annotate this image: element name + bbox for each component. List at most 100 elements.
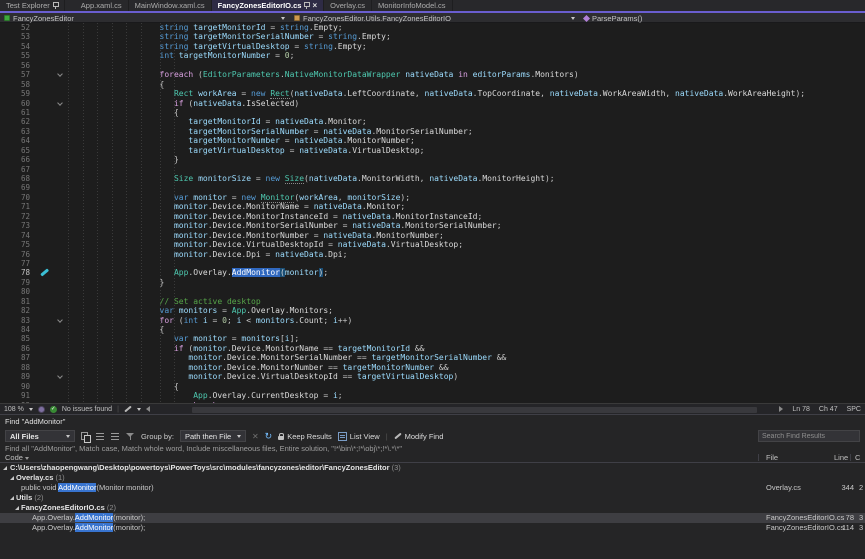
- filter-icon[interactable]: [126, 432, 135, 441]
- result-group-row[interactable]: Overlay.cs (1): [0, 473, 865, 483]
- code-editor[interactable]: 52 string targetMonitorId = string.Empty…: [0, 23, 865, 403]
- code-line[interactable]: 80: [0, 287, 865, 296]
- tool-tab-test-explorer[interactable]: Test Explorer: [0, 0, 65, 11]
- code-line[interactable]: 52 string targetMonitorId = string.Empty…: [0, 23, 865, 32]
- result-group-row[interactable]: FancyZonesEditorIO.cs (2): [0, 503, 865, 513]
- doc-tab-label: Overlay.cs: [330, 1, 365, 10]
- code-line[interactable]: 66 }: [0, 155, 865, 164]
- column-header-code[interactable]: Code: [5, 453, 29, 463]
- doc-tab[interactable]: MainWindow.xaml.cs: [129, 0, 212, 11]
- code-line[interactable]: 61 {: [0, 108, 865, 117]
- code-line[interactable]: 58 {: [0, 80, 865, 89]
- pin-icon[interactable]: [304, 2, 309, 9]
- code-cleanup-icon[interactable]: [124, 406, 131, 413]
- list-view-button[interactable]: List View: [338, 432, 380, 441]
- code-line[interactable]: 87 monitor.Device.MonitorSerialNumber ==…: [0, 353, 865, 362]
- code-line[interactable]: 63 targetMonitorSerialNumber = nativeDat…: [0, 127, 865, 136]
- cleanup-chevron-icon[interactable]: [137, 408, 141, 411]
- scope-dropdown[interactable]: All Files: [5, 430, 75, 442]
- collapse-all-icon[interactable]: [111, 432, 120, 441]
- code-line[interactable]: 85 var monitor = monitors[i];: [0, 334, 865, 343]
- code-line[interactable]: 86 if (monitor.Device.MonitorName == tar…: [0, 344, 865, 353]
- result-group-row[interactable]: Utils (2): [0, 493, 865, 503]
- code-line[interactable]: 65 targetVirtualDesktop = nativeData.Vir…: [0, 146, 865, 155]
- code-line[interactable]: 56: [0, 61, 865, 70]
- code-line[interactable]: 77: [0, 259, 865, 268]
- zoom-chevron-icon[interactable]: [29, 408, 33, 411]
- code-line[interactable]: 83 for (int i = 0; i < monitors.Count; i…: [0, 316, 865, 325]
- result-group-row[interactable]: C:\Users\zhaopengwang\Desktop\powertoys\…: [0, 463, 865, 473]
- code-line[interactable]: 76 monitor.Device.Dpi = nativeData.Dpi;: [0, 250, 865, 259]
- group-by-dropdown[interactable]: Path then File: [180, 430, 246, 442]
- code-line[interactable]: 74 monitor.Device.MonitorNumber = native…: [0, 231, 865, 240]
- doc-tab[interactable]: FancyZonesEditorIO.cs×: [212, 0, 324, 11]
- copy-icon[interactable]: [81, 432, 90, 441]
- fold-chevron-icon[interactable]: [57, 373, 63, 379]
- gutter: [30, 240, 66, 249]
- match-text: App.Overlay.AddMonitor(monitor);: [32, 513, 145, 523]
- code-line[interactable]: 72 monitor.Device.MonitorInstanceId = na…: [0, 212, 865, 221]
- column-header-line[interactable]: Line: [834, 453, 848, 463]
- modify-find-button[interactable]: Modify Find: [394, 432, 444, 441]
- code-line[interactable]: 62 targetMonitorId = nativeData.Monitor;: [0, 117, 865, 126]
- expand-triangle-icon[interactable]: [3, 466, 7, 470]
- expand-triangle-icon[interactable]: [10, 476, 14, 480]
- pin-icon[interactable]: [53, 2, 58, 9]
- search-find-results-input[interactable]: [758, 430, 860, 442]
- code-line[interactable]: 71 monitor.Device.MonitorName = nativeDa…: [0, 202, 865, 211]
- code-line[interactable]: 69: [0, 183, 865, 192]
- type-dropdown[interactable]: FancyZonesEditor.Utils.FancyZonesEditorI…: [290, 13, 579, 23]
- column-header-file[interactable]: File: [766, 453, 778, 463]
- expand-triangle-icon[interactable]: [10, 496, 14, 500]
- refresh-icon[interactable]: ↻: [265, 432, 273, 441]
- doc-tab[interactable]: MonitorInfoModel.cs: [372, 0, 453, 11]
- column-separator[interactable]: [758, 454, 759, 461]
- close-icon[interactable]: ×: [312, 2, 317, 10]
- expand-triangle-icon[interactable]: [15, 506, 19, 510]
- horizontal-scrollbar[interactable]: [192, 407, 757, 413]
- code-line[interactable]: 60 if (nativeData.IsSelected): [0, 99, 865, 108]
- code-line[interactable]: 88 monitor.Device.MonitorNumber == targe…: [0, 363, 865, 372]
- zoom-level[interactable]: 108 %: [4, 406, 24, 413]
- scroll-right-icon[interactable]: [779, 406, 783, 412]
- code-line[interactable]: 89 monitor.Device.VirtualDesktopId == ta…: [0, 372, 865, 381]
- code-line[interactable]: 53 string targetMonitorSerialNumber = st…: [0, 32, 865, 41]
- keep-results-button[interactable]: Keep Results: [278, 432, 332, 441]
- code-line[interactable]: 59 Rect workArea = new Rect(nativeData.L…: [0, 89, 865, 98]
- code-line[interactable]: 90 {: [0, 382, 865, 391]
- expand-all-icon[interactable]: [96, 432, 105, 441]
- code-line[interactable]: 55 int targetMonitorNumber = 0;: [0, 51, 865, 60]
- doc-tab[interactable]: App.xaml.cs: [75, 0, 129, 11]
- fold-chevron-icon[interactable]: [57, 317, 63, 323]
- result-match-row[interactable]: App.Overlay.AddMonitor(monitor);FancyZon…: [0, 513, 865, 523]
- code-line[interactable]: 75 monitor.Device.VirtualDesktopId = nat…: [0, 240, 865, 249]
- member-dropdown[interactable]: ParseParams(): [580, 13, 865, 23]
- result-line: 344: [824, 483, 854, 493]
- code-line[interactable]: 54 string targetVirtualDesktop = string.…: [0, 42, 865, 51]
- code-line[interactable]: 73 monitor.Device.MonitorSerialNumber = …: [0, 221, 865, 230]
- column-separator[interactable]: [850, 454, 851, 461]
- code-line[interactable]: 82 var monitors = App.Overlay.Monitors;: [0, 306, 865, 315]
- doc-tab[interactable]: Overlay.cs: [324, 0, 372, 11]
- result-match-row[interactable]: public void AddMonitor(Monitor monitor)O…: [0, 483, 865, 493]
- code-line[interactable]: 67: [0, 165, 865, 174]
- code-line[interactable]: 70 var monitor = new Monitor(workArea, m…: [0, 193, 865, 202]
- code-line[interactable]: 79 }: [0, 278, 865, 287]
- space-mode-indicator[interactable]: SPC: [847, 406, 861, 413]
- column-header-column[interactable]: C: [855, 453, 860, 463]
- line-number: 60: [0, 99, 30, 108]
- stop-search-icon[interactable]: ✕: [252, 432, 259, 441]
- code-line[interactable]: 78 App.Overlay.AddMonitor(monitor);: [0, 268, 865, 277]
- code-line[interactable]: 81 // Set active desktop: [0, 297, 865, 306]
- code-line[interactable]: 91 App.Overlay.CurrentDesktop = i;: [0, 391, 865, 400]
- health-indicator-icon[interactable]: [38, 406, 45, 413]
- code-line[interactable]: 84 {: [0, 325, 865, 334]
- code-line[interactable]: 64 targetMonitorNumber = nativeData.Moni…: [0, 136, 865, 145]
- code-line[interactable]: 57 foreach (EditorParameters.NativeMonit…: [0, 70, 865, 79]
- project-dropdown[interactable]: FancyZonesEditor: [0, 13, 289, 23]
- fold-chevron-icon[interactable]: [57, 71, 63, 77]
- scroll-left-icon[interactable]: [146, 406, 150, 412]
- code-line[interactable]: 68 Size monitorSize = new Size(nativeDat…: [0, 174, 865, 183]
- result-match-row[interactable]: App.Overlay.AddMonitor(monitor);FancyZon…: [0, 523, 865, 533]
- fold-chevron-icon[interactable]: [57, 100, 63, 106]
